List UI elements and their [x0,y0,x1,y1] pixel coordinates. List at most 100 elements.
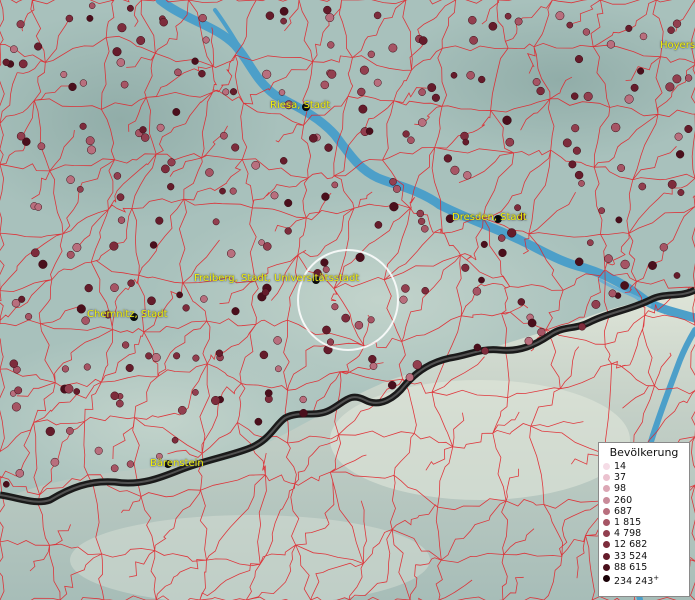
population-dot [110,464,119,473]
map-svg [0,0,695,600]
population-dot [555,11,565,21]
population-dot [50,457,60,467]
population-dot [25,313,33,321]
population-dot [38,259,48,269]
population-dot [173,352,181,360]
population-dot [254,417,263,426]
population-dot [167,158,176,167]
population-dot [110,391,119,401]
population-dot [684,124,693,134]
population-dot [421,225,429,233]
population-dot [110,283,119,293]
population-dot [321,192,330,201]
population-dot [112,47,122,57]
population-dot [331,303,339,311]
population-dot [615,216,623,224]
population-dot [177,405,187,415]
population-dot [66,175,75,184]
population-dot [167,183,175,191]
population-dot [677,189,685,196]
legend-label: 260 [614,494,633,506]
population-dot [262,69,272,79]
population-dot [174,68,182,77]
map-canvas[interactable]: Riesa, Stadt Dresden, Stadt Freiberg, St… [0,0,695,600]
population-dot [275,365,282,373]
population-dot [231,307,240,316]
population-dot [672,74,682,84]
population-dot [502,115,512,125]
population-dot [279,6,289,16]
population-dot [176,291,183,299]
population-dot [79,79,88,87]
population-dot [273,336,282,345]
population-dot [15,469,25,478]
population-dot [460,131,469,141]
city-label-freiberg: Freiberg, Stadt, Universitätsstadt [194,273,360,284]
population-dot [498,248,507,258]
population-dot [591,299,601,309]
population-dot [672,19,682,28]
population-dot [87,145,96,155]
population-dot [299,408,308,418]
population-dot [172,108,181,116]
population-dot [261,288,270,297]
population-dot [389,178,397,186]
population-dot [399,295,408,304]
population-dot [620,281,629,290]
population-dot [9,359,19,368]
population-legend: Bevölkerung 14 37 98 260 687 1 815 4 798 12 682… [598,442,690,597]
population-dot [259,350,269,360]
population-dot [198,13,207,23]
population-dot [514,204,522,212]
population-dot [2,58,10,66]
population-dot [61,365,69,373]
population-dot [571,124,580,133]
population-dot [367,316,375,324]
legend-label: 14 [614,461,627,472]
population-dot [251,160,261,170]
legend-swatch [603,507,610,515]
population-dot [202,36,210,44]
population-dot [88,2,96,9]
population-dot [617,164,626,172]
population-dot [86,14,94,22]
population-dot [14,386,23,395]
population-dot [2,480,10,488]
population-dot [517,298,526,306]
city-label-riesa: Riesa, Stadt [270,100,331,111]
population-dot [211,395,221,406]
population-dot [117,216,126,224]
city-label-dresden: Dresden, Stadt [452,212,527,223]
population-dot [117,23,127,33]
population-dot [463,171,472,180]
population-dot [488,21,498,31]
population-dot [358,104,368,114]
legend-swatch [603,518,610,526]
population-dot [416,209,425,218]
population-dot [450,165,460,175]
population-dot [418,118,427,127]
population-dot [284,198,293,208]
population-dot [674,132,683,141]
population-dot [407,136,415,144]
legend-swatch [603,463,610,470]
population-dot [109,241,119,251]
population-dot [113,172,122,180]
population-dot [156,123,165,132]
population-dot [161,164,170,174]
population-dot [18,295,26,303]
population-dot [402,130,410,138]
legend-entry: 98 [599,483,689,494]
population-dot [504,12,512,20]
population-dot [320,80,330,90]
population-dot [220,131,228,140]
population-dot [359,65,369,75]
population-dot [79,122,87,130]
population-dot [472,287,482,296]
population-dot [200,295,208,303]
legend-entry: 1 815 [599,517,689,528]
population-dot [537,327,546,337]
population-dot [205,168,214,177]
population-dot [324,143,333,152]
population-dot [354,320,364,330]
